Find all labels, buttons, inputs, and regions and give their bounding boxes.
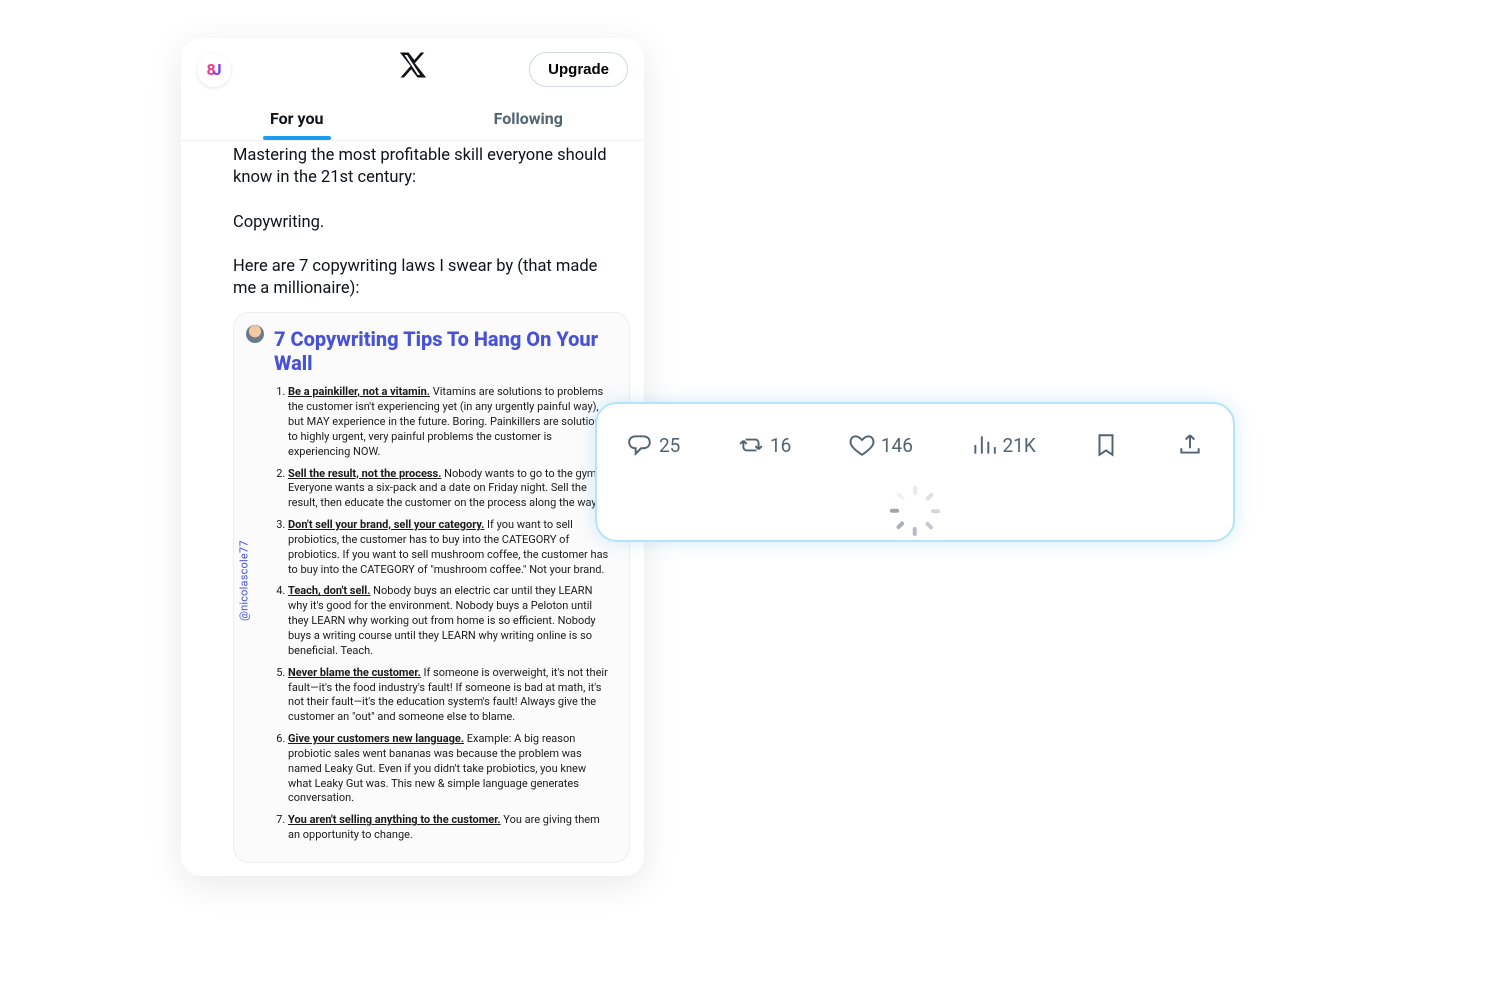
card-avatar xyxy=(246,325,264,343)
share-button[interactable] xyxy=(607,875,626,876)
card-tip: Never blame the customer. If someone is … xyxy=(288,666,613,725)
card-tip-list: Be a painkiller, not a vitamin. Vitamins… xyxy=(288,385,613,843)
views-icon xyxy=(487,875,506,876)
retweet-icon xyxy=(318,875,337,876)
share-icon xyxy=(607,875,626,876)
heart-icon xyxy=(849,432,875,458)
tab-for-you[interactable]: For you xyxy=(181,95,413,140)
reply-button[interactable]: 25 xyxy=(627,432,680,458)
card-tip: Teach, don't sell. Nobody buys an electr… xyxy=(288,584,613,658)
card-tip: Be a painkiller, not a vitamin. Vitamins… xyxy=(288,385,613,459)
bookmark-button[interactable] xyxy=(562,875,581,876)
retweet-button[interactable]: 16 xyxy=(738,432,791,458)
card-tip: You aren't selling anything to the custo… xyxy=(288,813,613,843)
app-logo-icon[interactable]: 8J xyxy=(197,53,231,87)
mobile-feed: 8J Upgrade For you Following Mastering t… xyxy=(181,38,644,876)
card-tip: Give your customers new language. Exampl… xyxy=(288,732,613,806)
bookmark-icon xyxy=(562,875,581,876)
feed-tabs: For you Following xyxy=(181,95,644,141)
upgrade-button[interactable]: Upgrade xyxy=(529,52,628,87)
actions-zoom-callout: 25 16 146 21K xyxy=(595,402,1235,542)
retweet-icon xyxy=(738,432,764,458)
reply-button[interactable]: 25 xyxy=(233,875,274,876)
x-logo-icon[interactable] xyxy=(398,50,428,84)
heart-icon xyxy=(403,875,422,876)
top-bar: 8J Upgrade xyxy=(181,38,644,95)
tweet-line: Here are 7 copywriting laws I swear by (… xyxy=(233,256,618,301)
reply-icon xyxy=(233,875,252,876)
loading-row xyxy=(621,468,1209,526)
share-icon xyxy=(1177,432,1203,458)
reply-icon xyxy=(627,432,653,458)
bookmark-icon xyxy=(1093,432,1119,458)
reply-count: 25 xyxy=(659,434,680,457)
views-button[interactable]: 21K xyxy=(971,432,1036,458)
tweet-line: Copywriting. xyxy=(233,212,618,234)
tweet-line: Mastering the most profitable skill ever… xyxy=(233,145,618,190)
tweet-actions: 25 16 146 21K xyxy=(181,863,644,876)
like-button[interactable]: 146 xyxy=(403,875,452,876)
bookmark-button[interactable] xyxy=(1093,432,1119,458)
views-button[interactable]: 21K xyxy=(487,875,537,876)
share-button[interactable] xyxy=(1177,432,1203,458)
tweet-text: Mastering the most profitable skill ever… xyxy=(181,141,644,300)
tweet-actions-zoom: 25 16 146 21K xyxy=(621,422,1209,468)
tab-following[interactable]: Following xyxy=(413,95,645,140)
card-handle: @nicolascole77 xyxy=(238,540,251,621)
card-tip: Don't sell your brand, sell your categor… xyxy=(288,518,613,577)
like-button[interactable]: 146 xyxy=(849,432,913,458)
retweet-count: 16 xyxy=(770,434,791,457)
like-count: 146 xyxy=(881,434,913,457)
card-title: 7 Copywriting Tips To Hang On Your Wall xyxy=(274,327,613,375)
retweet-button[interactable]: 16 xyxy=(318,875,359,876)
view-count: 21K xyxy=(1003,434,1036,457)
card-tip: Sell the result, not the process. Nobody… xyxy=(288,467,613,512)
tweet-image-card[interactable]: 7 Copywriting Tips To Hang On Your Wall … xyxy=(233,312,630,863)
views-icon xyxy=(971,432,997,458)
loading-spinner-icon xyxy=(898,486,932,520)
